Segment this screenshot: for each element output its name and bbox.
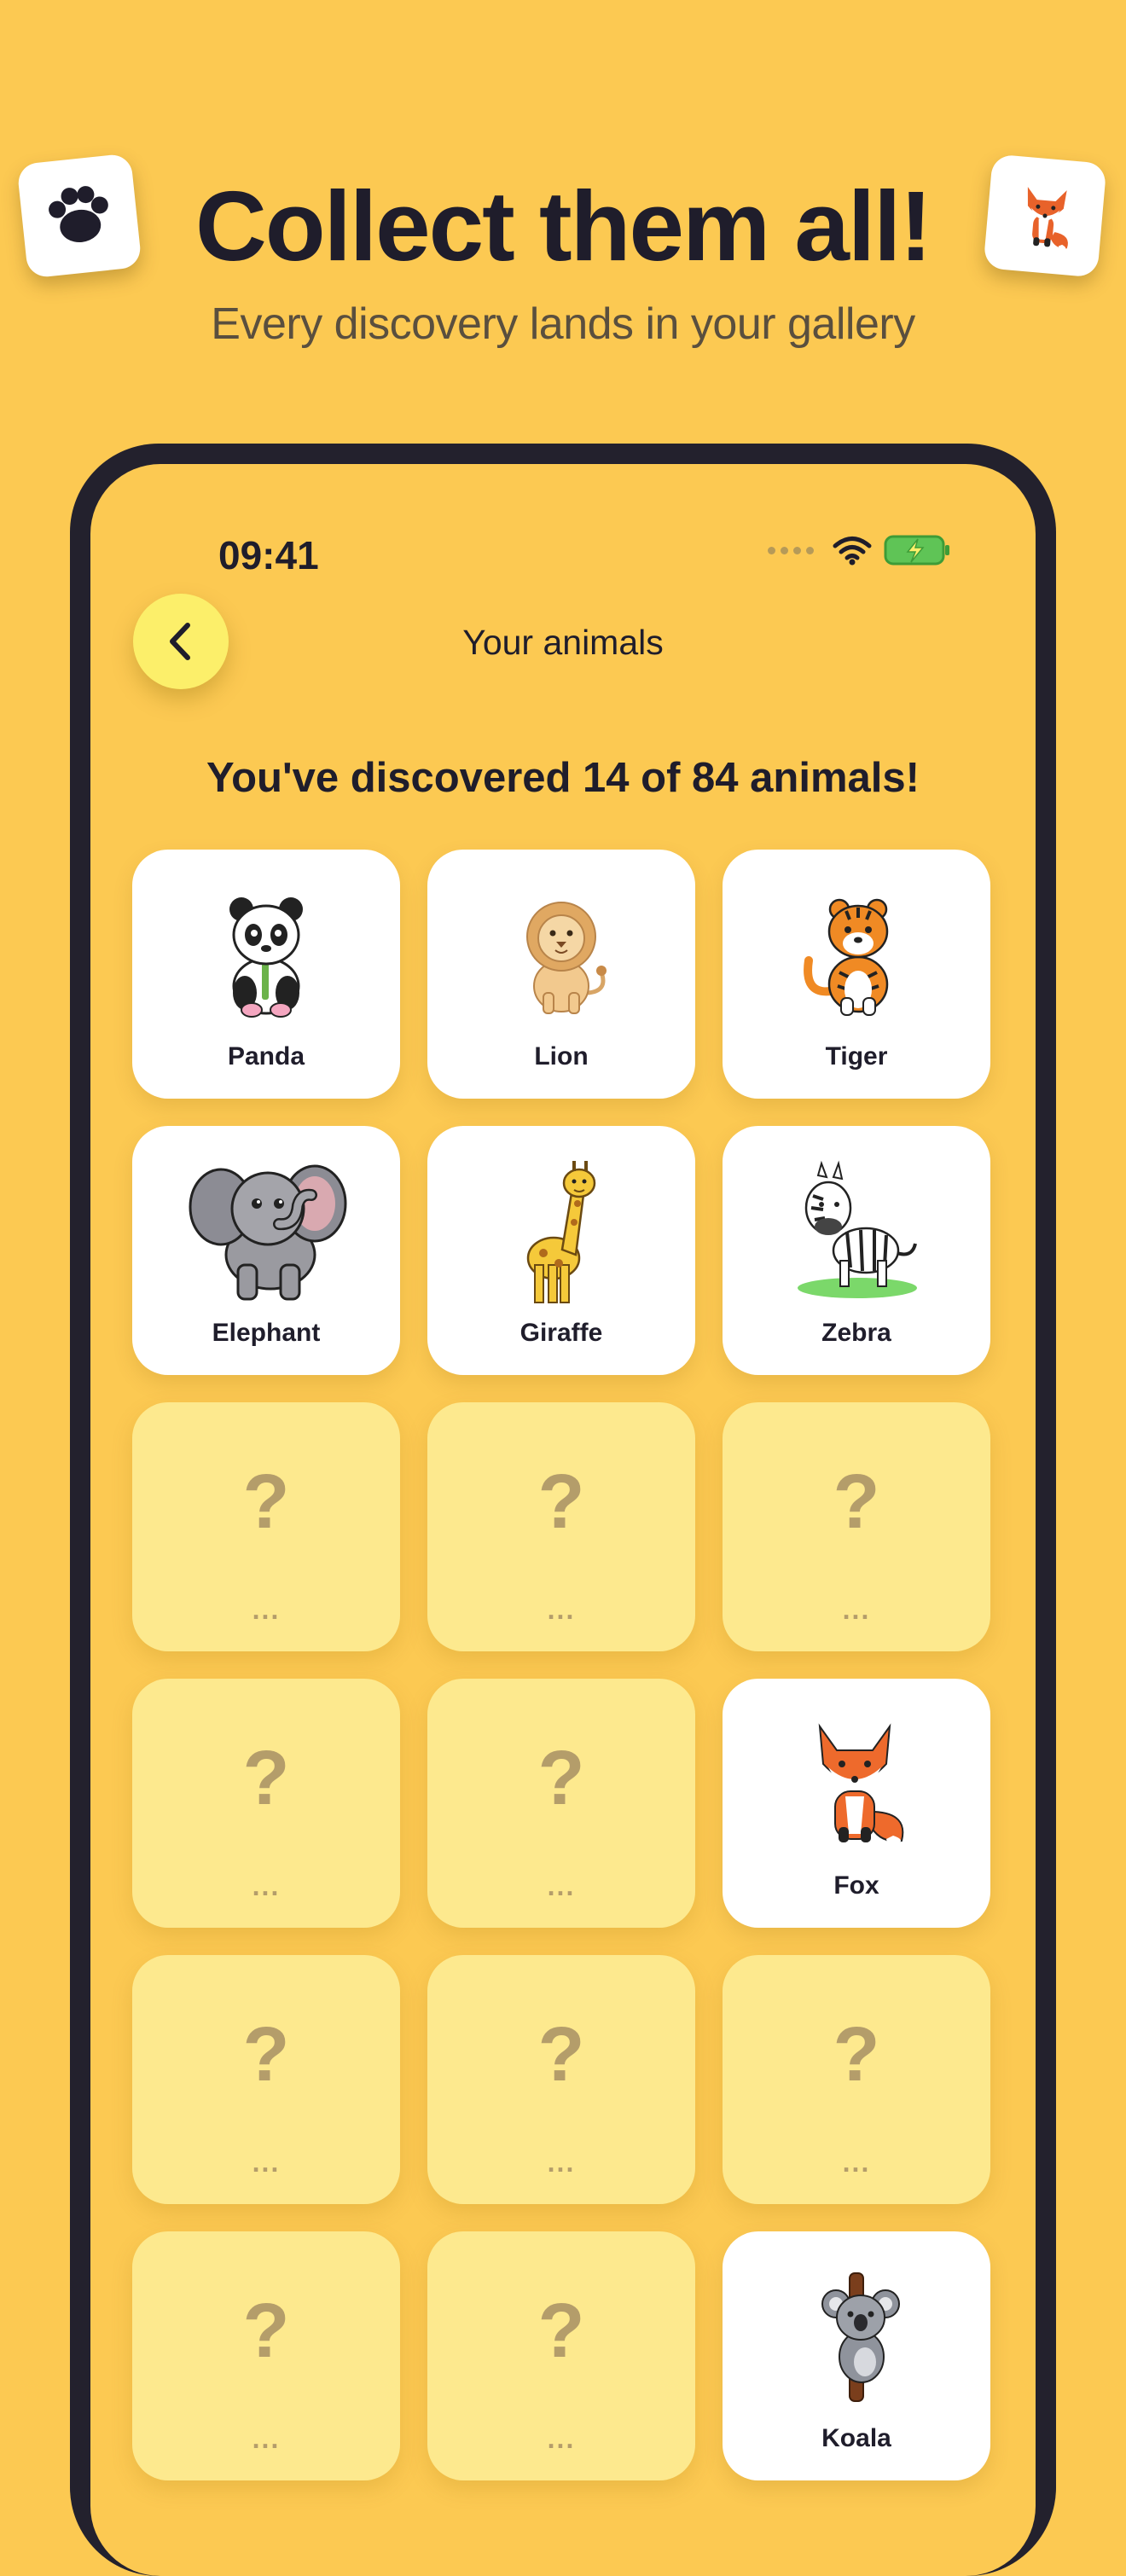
hidden-name-placeholder: ... xyxy=(842,1594,871,1625)
question-mark-icon: ? xyxy=(537,1459,585,1545)
hidden-name-placeholder: ... xyxy=(547,1871,576,1901)
question-mark-icon: ? xyxy=(833,2012,880,2097)
animal-name: Fox xyxy=(833,1871,879,1900)
animal-card-zebra[interactable]: Zebra xyxy=(723,1126,990,1375)
animal-card-elephant[interactable]: Elephant xyxy=(132,1126,400,1375)
animal-name: Koala xyxy=(821,2424,891,2452)
zebra-illustration xyxy=(771,1150,942,1312)
locked-animal-card[interactable]: ? ... xyxy=(427,1402,695,1651)
status-icons xyxy=(768,534,952,566)
hidden-name-placeholder: ... xyxy=(252,1871,281,1901)
locked-animal-card[interactable]: ? ... xyxy=(427,1955,695,2204)
elephant-illustration xyxy=(181,1150,351,1312)
app-screen: 09:41 Your animals You've discovered 14 … xyxy=(90,464,1036,2576)
question-mark-icon: ? xyxy=(242,2012,290,2097)
battery-charging-icon xyxy=(884,535,949,566)
status-time: 09:41 xyxy=(218,533,319,577)
hidden-name-placeholder: ... xyxy=(547,2423,576,2454)
animal-name: Lion xyxy=(534,1042,589,1070)
locked-animal-card[interactable]: ? ... xyxy=(427,2231,695,2480)
question-mark-icon: ? xyxy=(537,1736,585,1821)
locked-animal-card[interactable]: ? ... xyxy=(132,2231,400,2480)
panda-illustration xyxy=(181,873,351,1036)
animal-name: Tiger xyxy=(825,1042,888,1070)
animal-card-panda[interactable]: Panda xyxy=(132,850,400,1099)
wifi-icon xyxy=(833,537,872,566)
paw-sticker xyxy=(16,153,142,279)
animal-card-tiger[interactable]: Tiger xyxy=(723,850,990,1099)
question-mark-icon: ? xyxy=(242,1459,290,1545)
fox-sticker xyxy=(983,154,1107,278)
hero-subtitle: Every discovery lands in your gallery xyxy=(211,299,915,349)
hidden-name-placeholder: ... xyxy=(252,2423,281,2454)
question-mark-icon: ? xyxy=(833,1459,880,1545)
animal-name: Giraffe xyxy=(519,1319,603,1347)
hidden-name-placeholder: ... xyxy=(547,1594,576,1625)
animal-name: Elephant xyxy=(212,1319,321,1347)
discovery-count: You've discovered 14 of 84 animals! xyxy=(206,755,920,801)
question-mark-icon: ? xyxy=(242,2289,290,2374)
koala-illustration xyxy=(771,2255,942,2417)
hidden-name-placeholder: ... xyxy=(252,2147,281,2178)
paw-icon xyxy=(49,186,108,242)
animal-card-koala[interactable]: Koala xyxy=(723,2231,990,2480)
animal-name: Panda xyxy=(227,1042,305,1070)
animal-card-lion[interactable]: Lion xyxy=(427,850,695,1099)
animal-card-giraffe[interactable]: Giraffe xyxy=(427,1126,695,1375)
locked-animal-card[interactable]: ? ... xyxy=(723,1402,990,1651)
animal-name: Zebra xyxy=(821,1319,891,1347)
hero-title: Collect them all! xyxy=(195,171,932,281)
animal-card-fox[interactable]: Fox xyxy=(723,1679,990,1928)
question-mark-icon: ? xyxy=(537,2012,585,2097)
hidden-name-placeholder: ... xyxy=(252,1594,281,1625)
tiger-illustration xyxy=(771,873,942,1036)
hidden-name-placeholder: ... xyxy=(842,2147,871,2178)
nav-title: Your animals xyxy=(462,623,664,662)
lion-illustration xyxy=(476,873,647,1036)
fox-illustration xyxy=(771,1703,942,1865)
locked-animal-card[interactable]: ? ... xyxy=(427,1679,695,1928)
animal-gallery-grid: Panda Lion Tiger Elephant Giraffe Zebra … xyxy=(132,850,997,2480)
locked-animal-card[interactable]: ? ... xyxy=(132,1402,400,1651)
hidden-name-placeholder: ... xyxy=(547,2147,576,2178)
giraffe-illustration xyxy=(476,1150,647,1312)
question-mark-icon: ? xyxy=(537,2289,585,2374)
locked-animal-card[interactable]: ? ... xyxy=(132,1679,400,1928)
locked-animal-card[interactable]: ? ... xyxy=(723,1955,990,2204)
fox-icon xyxy=(1027,187,1068,250)
phone-mockup: 09:41 Your animals You've discovered 14 … xyxy=(70,444,1056,2576)
signal-dots-icon xyxy=(768,546,814,554)
question-mark-icon: ? xyxy=(242,1736,290,1821)
locked-animal-card[interactable]: ? ... xyxy=(132,1955,400,2204)
